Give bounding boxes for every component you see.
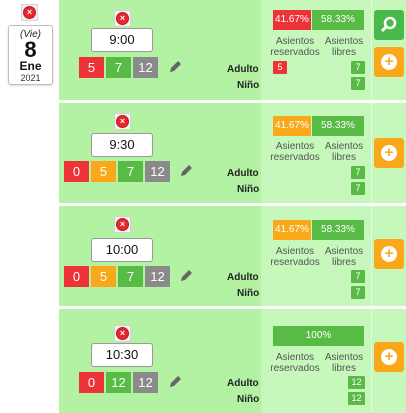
close-icon: × xyxy=(116,12,129,25)
count-total: 12 xyxy=(145,161,170,182)
free-caption: Asientos libres xyxy=(324,36,364,58)
reserved-caption: Asientos reservados xyxy=(270,141,320,163)
pencil-icon[interactable] xyxy=(167,59,183,75)
add-button[interactable]: + xyxy=(374,47,404,77)
delete-date-button[interactable]: × xyxy=(21,4,38,21)
child-free: 7 xyxy=(351,286,365,299)
slot-time[interactable]: 10:00 xyxy=(91,238,153,262)
count-total: 12 xyxy=(145,266,170,287)
free-percentage: 58.33% xyxy=(312,220,364,240)
pencil-icon[interactable] xyxy=(167,374,183,390)
adult-free: 7 xyxy=(351,166,365,179)
add-button[interactable]: + xyxy=(374,342,404,372)
adult-label: Adulto xyxy=(227,168,259,179)
count-reserved: 5 xyxy=(91,266,116,287)
close-icon: × xyxy=(116,327,129,340)
free-caption: Asientos libres xyxy=(324,141,364,163)
child-free: 7 xyxy=(351,182,365,195)
child-label: Niño xyxy=(237,80,260,91)
child-free: 12 xyxy=(348,392,365,405)
count-zero: 0 xyxy=(64,266,89,287)
add-button[interactable]: + xyxy=(374,138,404,168)
reserved-caption: Asientos reservados xyxy=(270,36,320,58)
date-month: Ene xyxy=(19,59,42,73)
delete-slot-button[interactable]: × xyxy=(114,216,131,233)
free-caption: Asientos libres xyxy=(324,352,364,374)
slot-time[interactable]: 10:30 xyxy=(91,343,153,367)
child-label: Niño xyxy=(237,394,260,405)
plus-icon: + xyxy=(381,246,397,262)
adult-free: 7 xyxy=(351,270,365,283)
count-total: 12 xyxy=(133,372,158,393)
time-slot: × 10:30 0 12 12 Adulto Niño 100% Asiento… xyxy=(59,309,406,413)
free-percentage: 58.33% xyxy=(312,10,364,30)
plus-icon: + xyxy=(381,349,397,365)
date-day: 8 xyxy=(24,37,37,62)
slot-time[interactable]: 9:30 xyxy=(91,133,153,157)
reserved-percentage: 41.67% xyxy=(273,220,311,240)
plus-icon: + xyxy=(381,54,397,70)
close-icon: × xyxy=(23,6,36,19)
reserved-caption: Asientos reservados xyxy=(270,352,320,374)
count-reserved: 5 xyxy=(91,161,116,182)
date-year: 2021 xyxy=(20,73,41,83)
adult-label: Adulto xyxy=(227,272,259,283)
time-slot: × 9:00 5 7 12 Adulto Niño 41.67% 58.33% … xyxy=(59,0,406,103)
adult-label: Adulto xyxy=(227,378,259,389)
search-button[interactable] xyxy=(374,10,404,40)
count-reserved: 5 xyxy=(79,57,104,78)
count-free: 7 xyxy=(118,266,143,287)
reserved-percentage: 41.67% xyxy=(273,10,311,30)
adult-free: 7 xyxy=(351,61,365,74)
delete-slot-button[interactable]: × xyxy=(114,113,131,130)
time-slot: × 10:00 0 5 7 12 Adulto Niño 41.67% 58.3… xyxy=(59,206,406,309)
count-free: 12 xyxy=(106,372,131,393)
delete-slot-button[interactable]: × xyxy=(114,325,131,342)
full-percentage: 100% xyxy=(273,326,364,346)
adult-label: Adulto xyxy=(227,64,259,75)
reserved-caption: Asientos reservados xyxy=(270,246,320,268)
close-icon: × xyxy=(116,218,129,231)
close-icon: × xyxy=(116,115,129,128)
count-zero: 0 xyxy=(64,161,89,182)
slot-time[interactable]: 9:00 xyxy=(91,28,153,52)
plus-icon: + xyxy=(381,145,397,161)
date-column: × (Vie) 8 Ene 2021 xyxy=(0,0,59,413)
search-icon xyxy=(380,16,397,33)
count-free: 7 xyxy=(118,161,143,182)
date-card: (Vie) 8 Ene 2021 xyxy=(8,25,53,85)
adult-free: 12 xyxy=(348,376,365,389)
free-percentage: 58.33% xyxy=(312,116,364,136)
time-slot: × 9:30 0 5 7 12 Adulto Niño 41.67% 58.33… xyxy=(59,103,406,206)
reserved-percentage: 41.67% xyxy=(273,116,311,136)
child-label: Niño xyxy=(237,184,260,195)
adult-reserved: 5 xyxy=(273,61,287,74)
pencil-icon[interactable] xyxy=(178,163,194,179)
count-zero: 0 xyxy=(79,372,104,393)
child-label: Niño xyxy=(237,288,260,299)
child-free: 7 xyxy=(351,77,365,90)
free-caption: Asientos libres xyxy=(324,246,364,268)
pencil-icon[interactable] xyxy=(178,268,194,284)
delete-slot-button[interactable]: × xyxy=(114,10,131,27)
count-total: 12 xyxy=(133,57,158,78)
count-free: 7 xyxy=(106,57,131,78)
add-button[interactable]: + xyxy=(374,239,404,269)
